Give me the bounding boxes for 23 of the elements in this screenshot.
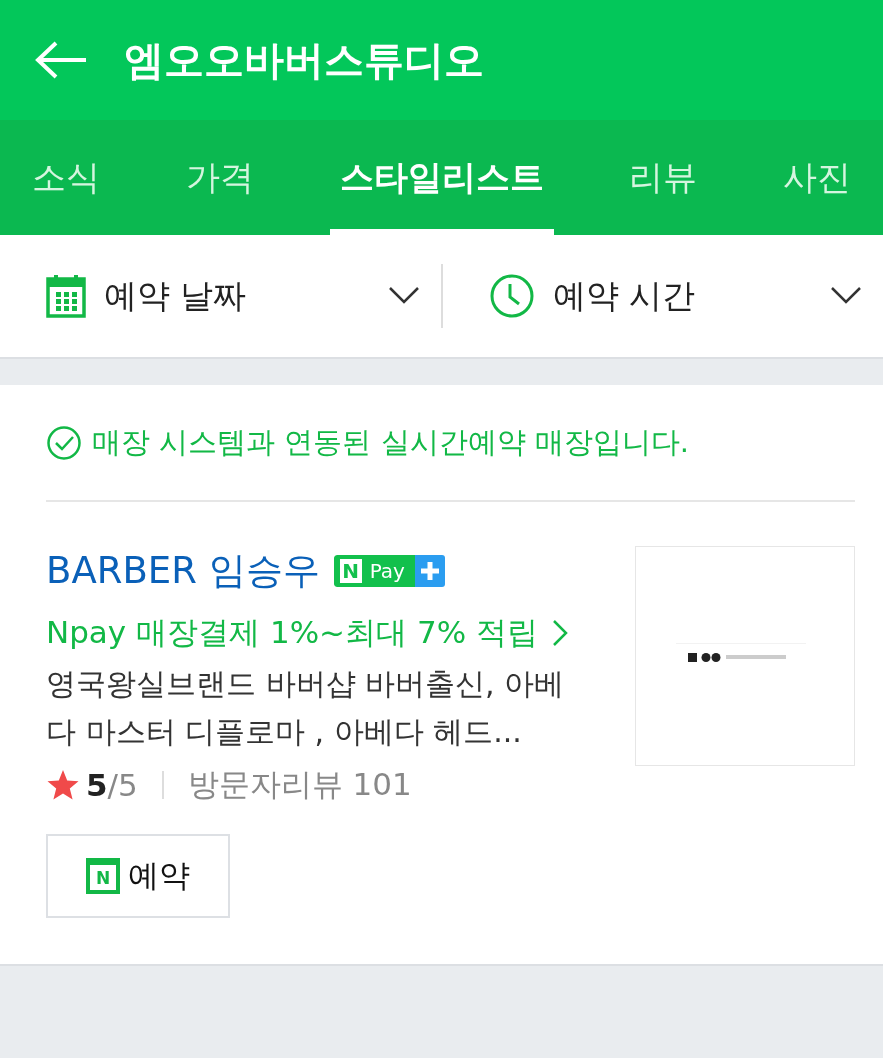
rating-score: 5/5 [86,767,138,803]
tab[interactable]: 소식 [22,120,110,235]
dropdown-button[interactable]: 예약 날짜 [0,235,441,357]
chevron-right-icon [551,619,568,647]
calendar-icon: N [86,858,120,894]
chevron-down-icon [388,287,419,305]
page-title: 엠오오바버스튜디오 [124,35,484,85]
tab[interactable]: 리뷰 [619,120,708,235]
check-circle-icon [46,424,82,461]
back-arrow-icon[interactable] [34,40,88,80]
notice-text: 매장 시스템과 연동된 실시간예약 매장입니다. [92,423,690,461]
star-icon [46,769,80,801]
calendar-icon [46,274,86,318]
reserve-button[interactable]: N 예약 [46,834,230,918]
tab[interactable]: 사진 [773,120,861,235]
tab[interactable]: 가격 [175,120,264,235]
dropdown-button[interactable]: 예약 시간 [442,235,883,357]
clock-icon [488,273,535,319]
promo-link[interactable]: Npay 매장결제 1%~최대 7% 적립 [46,612,585,654]
review-count[interactable]: 방문자리뷰 101 [187,764,412,806]
chevron-down-icon [831,287,861,305]
stylist-name[interactable]: BARBER 임승우 [46,546,320,596]
stylist-description: 영국왕실브랜드 바버샵 바버출신, 아베다 마스터 디플로마 , 아베다 헤드... [46,665,566,751]
